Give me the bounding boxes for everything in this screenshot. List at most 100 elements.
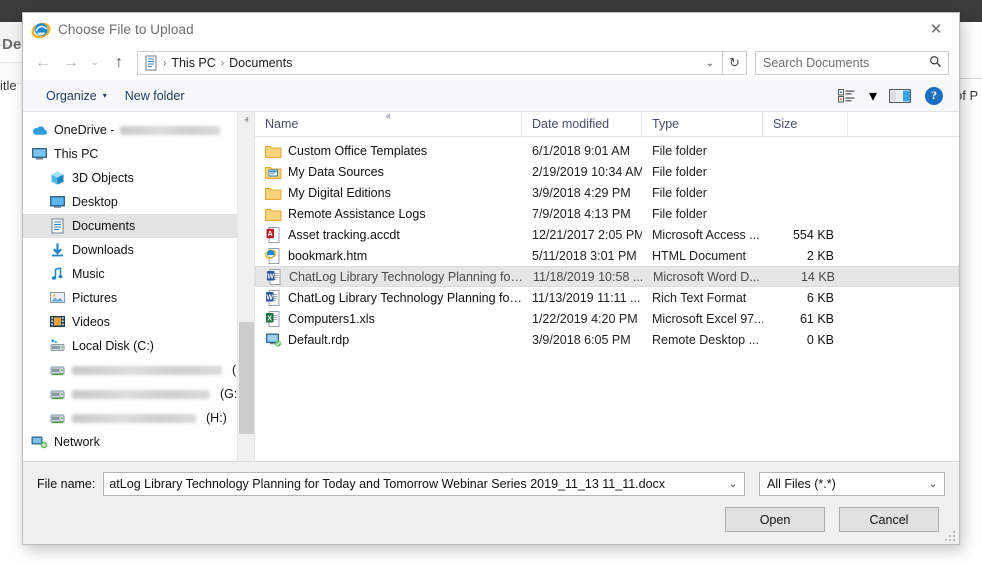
sidebar-item-3d-objects[interactable]: 3D Objects [23, 166, 254, 190]
toolbar-right-group: ▾ ? [831, 84, 949, 108]
breadcrumb-item-documents[interactable]: Documents [225, 56, 296, 70]
file-type-cell: File folder [642, 165, 763, 179]
organize-button[interactable]: Organize ▾ [37, 86, 116, 106]
table-row[interactable]: My Data Sources 2/19/2019 10:34 AM File fo… [255, 161, 959, 182]
pictures-icon [49, 290, 66, 306]
table-row[interactable]: A Asset tracking.accdt 12/21/2017 2:05 PM M… [255, 224, 959, 245]
redacted-drive-name [72, 366, 222, 375]
sidebar-item-this-pc[interactable]: This PC [23, 142, 254, 166]
command-toolbar: Organize ▾ New folder ▾ ? [23, 80, 959, 112]
folder-icon [265, 143, 281, 159]
column-header-label: Type [652, 117, 679, 131]
sidebar-item-label: Local Disk (C:) [72, 339, 154, 353]
navigation-pane: OneDrive - This PC 3D Objects Desktop Docum… [23, 112, 255, 461]
file-name-label: My Data Sources [288, 165, 384, 179]
3d-objects-icon [49, 170, 66, 186]
file-name-label: My Digital Editions [288, 186, 391, 200]
scroll-down-icon[interactable]: ⱟ [238, 444, 255, 461]
documents-icon [49, 218, 66, 234]
preview-pane-icon[interactable] [885, 84, 915, 108]
onedrive-icon [31, 122, 48, 138]
forward-button[interactable]: → [57, 50, 85, 76]
network-icon [31, 434, 48, 450]
back-button[interactable]: ← [29, 50, 57, 76]
file-size-cell: 14 KB [764, 270, 849, 284]
file-type-cell: File folder [642, 186, 763, 200]
filename-label: File name: [37, 477, 95, 491]
file-name-cell: Custom Office Templates [255, 143, 522, 159]
scrollbar-thumb[interactable] [239, 322, 254, 434]
sidebar-item-onedrive[interactable]: OneDrive - [23, 118, 254, 142]
view-options-icon[interactable] [831, 84, 861, 108]
open-button[interactable]: Open [725, 507, 825, 532]
file-date-cell: 2/19/2019 10:34 AM [522, 165, 642, 179]
file-date-cell: 3/9/2018 6:05 PM [522, 333, 642, 347]
table-row[interactable]: W ChatLog Library Technology Planning for… [255, 287, 959, 308]
scroll-up-icon[interactable]: ⱏ [238, 112, 255, 129]
sidebar-item-documents[interactable]: Documents [23, 214, 254, 238]
file-name-cell: Default.rdp [255, 332, 522, 348]
svg-text:X: X [267, 315, 272, 322]
chevron-down-icon[interactable]: ⌄ [724, 479, 742, 490]
help-icon[interactable]: ? [919, 84, 949, 108]
file-date-cell: 3/9/2018 4:29 PM [522, 186, 642, 200]
sidebar-item-local-disk-c[interactable]: Local Disk (C:) [23, 334, 254, 358]
file-type-cell: Remote Desktop ... [642, 333, 763, 347]
chevron-down-icon[interactable]: ⌄ [700, 52, 720, 74]
sidebar-item-label: 3D Objects [72, 171, 134, 185]
network-drive-icon [49, 362, 66, 378]
word-file-icon: W [266, 269, 282, 285]
resize-grip[interactable] [943, 529, 955, 541]
sort-ascending-icon: ⱏ [386, 112, 390, 123]
column-header-name[interactable]: Name ⱏ [255, 112, 522, 136]
sidebar-item-g[interactable]: (G:) [23, 382, 254, 406]
sidebar-item-network[interactable]: Network [23, 430, 254, 454]
cancel-button[interactable]: Cancel [839, 507, 939, 532]
view-options-caret-icon[interactable]: ▾ [865, 84, 881, 108]
navigation-scrollbar[interactable]: ⱏ ⱟ [237, 112, 254, 461]
new-folder-button[interactable]: New folder [116, 86, 194, 106]
html-file-icon [265, 248, 281, 264]
column-header-type[interactable]: Type [642, 112, 763, 136]
search-input[interactable]: Search Documents [755, 51, 949, 75]
sidebar-item-pictures[interactable]: Pictures [23, 286, 254, 310]
this-pc-icon [31, 146, 48, 162]
file-name-cell: My Digital Editions [255, 185, 522, 201]
file-name-cell: W ChatLog Library Technology Planning for… [255, 290, 522, 306]
music-icon [49, 266, 66, 282]
address-bar[interactable]: › This PC › Documents ⌄ [137, 51, 723, 75]
file-type-filter-select[interactable]: All Files (*.*) ⌄ [759, 472, 945, 496]
table-row[interactable]: Custom Office Templates 6/1/2018 9:01 AM F… [255, 140, 959, 161]
table-row[interactable]: Remote Assistance Logs 7/9/2018 4:13 PM Fi… [255, 203, 959, 224]
desktop-icon [49, 194, 66, 210]
sidebar-item-music[interactable]: Music [23, 262, 254, 286]
breadcrumb-item-this-pc[interactable]: This PC [167, 56, 219, 70]
table-row[interactable]: Default.rdp 3/9/2018 6:05 PM Remote Deskto… [255, 329, 959, 350]
table-row[interactable]: W ChatLog Library Technology Planning for… [255, 266, 959, 287]
file-size-cell: 0 KB [763, 333, 848, 347]
up-button[interactable]: ↑ [105, 50, 133, 76]
file-list: Custom Office Templates 6/1/2018 9:01 AM F… [255, 137, 959, 461]
table-row[interactable]: My Digital Editions 3/9/2018 4:29 PM File … [255, 182, 959, 203]
sidebar-item-label: This PC [54, 147, 98, 161]
navigation-tree: OneDrive - This PC 3D Objects Desktop Docum… [23, 118, 254, 461]
data-sources-folder-icon [265, 164, 281, 180]
file-name-label: Remote Assistance Logs [288, 207, 426, 221]
documents-folder-icon [143, 55, 159, 71]
sidebar-item-desktop[interactable]: Desktop [23, 190, 254, 214]
sidebar-item-h[interactable]: (H:) [23, 406, 254, 430]
column-header-label: Name [265, 117, 298, 131]
file-size-cell: 2 KB [763, 249, 848, 263]
sidebar-item-f[interactable]: (F:) [23, 358, 254, 382]
filename-input[interactable]: atLog Library Technology Planning for To… [103, 472, 745, 496]
file-upload-dialog: Choose File to Upload ✕ ← → ⌄ ↑ › This P… [22, 12, 960, 545]
sidebar-item-videos[interactable]: Videos [23, 310, 254, 334]
sidebar-item-downloads[interactable]: Downloads [23, 238, 254, 262]
recent-locations-button[interactable]: ⌄ [85, 50, 105, 76]
close-icon[interactable]: ✕ [913, 13, 959, 46]
refresh-icon[interactable]: ↻ [723, 51, 747, 75]
column-header-size[interactable]: Size [763, 112, 848, 136]
table-row[interactable]: X Computers1.xls 1/22/2019 4:20 PM Microsof… [255, 308, 959, 329]
table-row[interactable]: bookmark.htm 5/11/2018 3:01 PM HTML Docume… [255, 245, 959, 266]
column-header-date-modified[interactable]: Date modified [522, 112, 642, 136]
